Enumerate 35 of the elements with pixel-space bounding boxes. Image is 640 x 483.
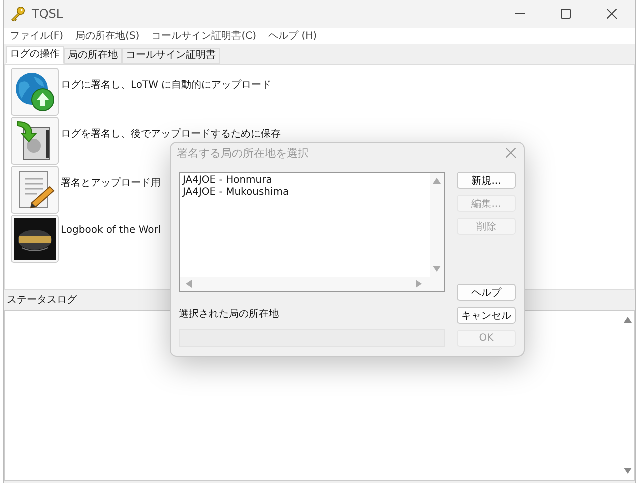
menu-item[interactable]: ファイル(F) xyxy=(10,29,64,43)
scroll-down-icon[interactable] xyxy=(433,266,441,272)
action-button[interactable] xyxy=(11,215,59,263)
dialog-button[interactable]: 新規... xyxy=(457,172,516,189)
tab[interactable]: 局の所在地 xyxy=(64,48,122,64)
scroll-up-icon[interactable] xyxy=(624,317,632,323)
action-button[interactable] xyxy=(11,166,59,214)
action-label: ログに署名し、LoTW に自動的にアップロード xyxy=(61,78,272,92)
list-item[interactable]: JA4JOE - Honmura xyxy=(183,175,427,187)
dialog-title: 署名する局の所在地を選択 xyxy=(177,146,309,160)
location-list[interactable]: JA4JOE - Honmura JA4JOE - Mukoushima xyxy=(179,172,445,292)
scroll-left-icon[interactable] xyxy=(186,280,192,288)
key-icon xyxy=(10,6,26,22)
status-log-label: ステータスログ xyxy=(7,294,77,307)
menu-item[interactable]: コールサイン証明書(C) xyxy=(152,29,257,43)
dialog-button[interactable]: ヘルプ xyxy=(457,284,516,301)
window-title: TQSL xyxy=(32,7,64,21)
close-icon[interactable] xyxy=(607,9,617,19)
action-label: ログを署名し、後でアップロードするために保存 xyxy=(61,128,281,141)
scroll-right-icon[interactable] xyxy=(416,280,422,288)
selected-location-label: 選択された局の所在地 xyxy=(179,308,280,321)
list-item[interactable]: JA4JOE - Mukoushima xyxy=(183,187,427,199)
action-button[interactable] xyxy=(11,117,59,165)
action-label: 署名とアップロード用 xyxy=(61,176,161,190)
book-logo-icon xyxy=(14,218,56,260)
scroll-up-icon[interactable] xyxy=(433,178,441,184)
dialog-button[interactable]: キャンセル xyxy=(457,307,516,324)
tab[interactable]: コールサイン証明書 xyxy=(122,48,220,64)
menu-item[interactable]: ヘルプ (H) xyxy=(268,29,318,43)
scroll-down-icon[interactable] xyxy=(624,468,632,474)
tab[interactable]: ログの操作 xyxy=(6,46,64,64)
maximize-icon[interactable] xyxy=(561,9,571,19)
action-label: Logbook of the Worl xyxy=(61,225,162,236)
menu-item[interactable]: 局の所在地(S) xyxy=(76,29,140,43)
globe-upload-icon xyxy=(14,71,56,113)
